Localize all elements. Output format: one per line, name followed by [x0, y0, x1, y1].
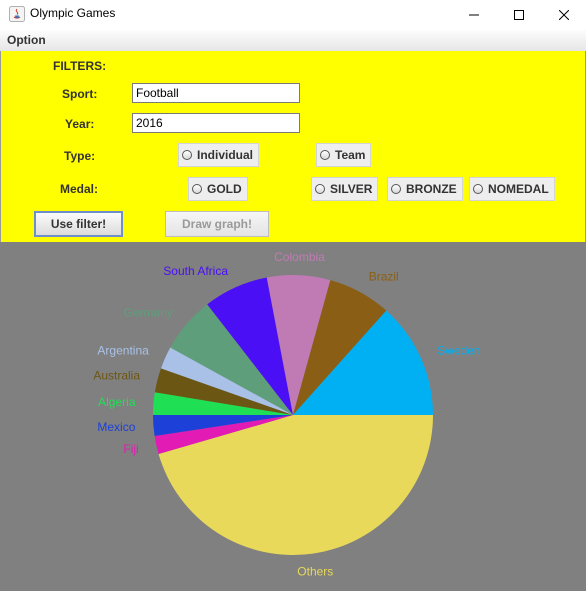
close-button[interactable] — [541, 0, 586, 30]
pie-label-germany: Germany — [124, 305, 173, 319]
type-label: Type: — [64, 149, 96, 163]
radio-circle-icon — [182, 150, 192, 160]
chart-area: Others Fiji Mexico Algeria Australia Argentin… — [0, 242, 586, 591]
pie-label-south-africa: South Africa — [163, 264, 228, 278]
filters-panel: FILTERS: Sport: Year: Type: Individual T… — [0, 51, 586, 242]
close-icon — [558, 10, 569, 20]
pie-chart: Others Fiji Mexico Algeria Australia Argentin… — [93, 250, 480, 578]
type-radio-team[interactable]: Team — [316, 143, 372, 167]
pie-label-algeria: Algeria — [98, 395, 136, 409]
radio-circle-icon — [473, 184, 483, 194]
medal-label: Medal: — [60, 182, 99, 196]
maximize-button[interactable] — [496, 0, 541, 30]
radio-circle-icon — [192, 184, 202, 194]
radio-label: SILVER — [330, 182, 373, 196]
radio-label: BRONZE — [406, 182, 457, 196]
medal-radio-bronze[interactable]: BRONZE — [387, 177, 463, 201]
menu-option[interactable]: Option — [7, 33, 46, 47]
minimize-button[interactable] — [451, 0, 496, 30]
java-app-icon — [9, 6, 25, 22]
menu-bar: Option — [0, 30, 586, 52]
filters-heading: FILTERS: — [53, 59, 107, 73]
pie-label-others: Others — [297, 564, 333, 578]
radio-label: Individual — [197, 148, 254, 162]
radio-circle-icon — [315, 184, 325, 194]
radio-label: NOMEDAL — [488, 182, 549, 196]
radio-label: GOLD — [207, 182, 242, 196]
year-label: Year: — [65, 117, 95, 131]
pie-label-brazil: Brazil — [369, 269, 399, 283]
year-input[interactable] — [132, 113, 300, 133]
pie-label-argentina: Argentina — [97, 343, 149, 357]
sport-label: Sport: — [62, 87, 98, 101]
medal-radio-nomedal[interactable]: NOMEDAL — [469, 177, 555, 201]
minimize-icon — [468, 14, 479, 16]
radio-circle-icon — [391, 184, 401, 194]
radio-label: Team — [335, 148, 366, 162]
type-radio-individual[interactable]: Individual — [178, 143, 260, 167]
pie-label-australia: Australia — [93, 369, 140, 383]
use-filter-button[interactable]: Use filter! — [34, 211, 123, 237]
maximize-icon — [513, 10, 524, 20]
pie-label-sweden: Sweden — [437, 343, 480, 357]
pie-label-fiji: Fiji — [123, 442, 138, 456]
sport-input[interactable] — [132, 83, 300, 103]
medal-radio-gold[interactable]: GOLD — [188, 177, 248, 201]
title-bar: Olympic Games — [0, 0, 586, 30]
radio-circle-icon — [320, 150, 330, 160]
pie-label-mexico: Mexico — [97, 420, 135, 434]
draw-graph-button[interactable]: Draw graph! — [165, 211, 269, 237]
medal-radio-silver[interactable]: SILVER — [311, 177, 379, 201]
window-title: Olympic Games — [30, 6, 116, 20]
pie-label-colombia: Colombia — [274, 250, 325, 264]
